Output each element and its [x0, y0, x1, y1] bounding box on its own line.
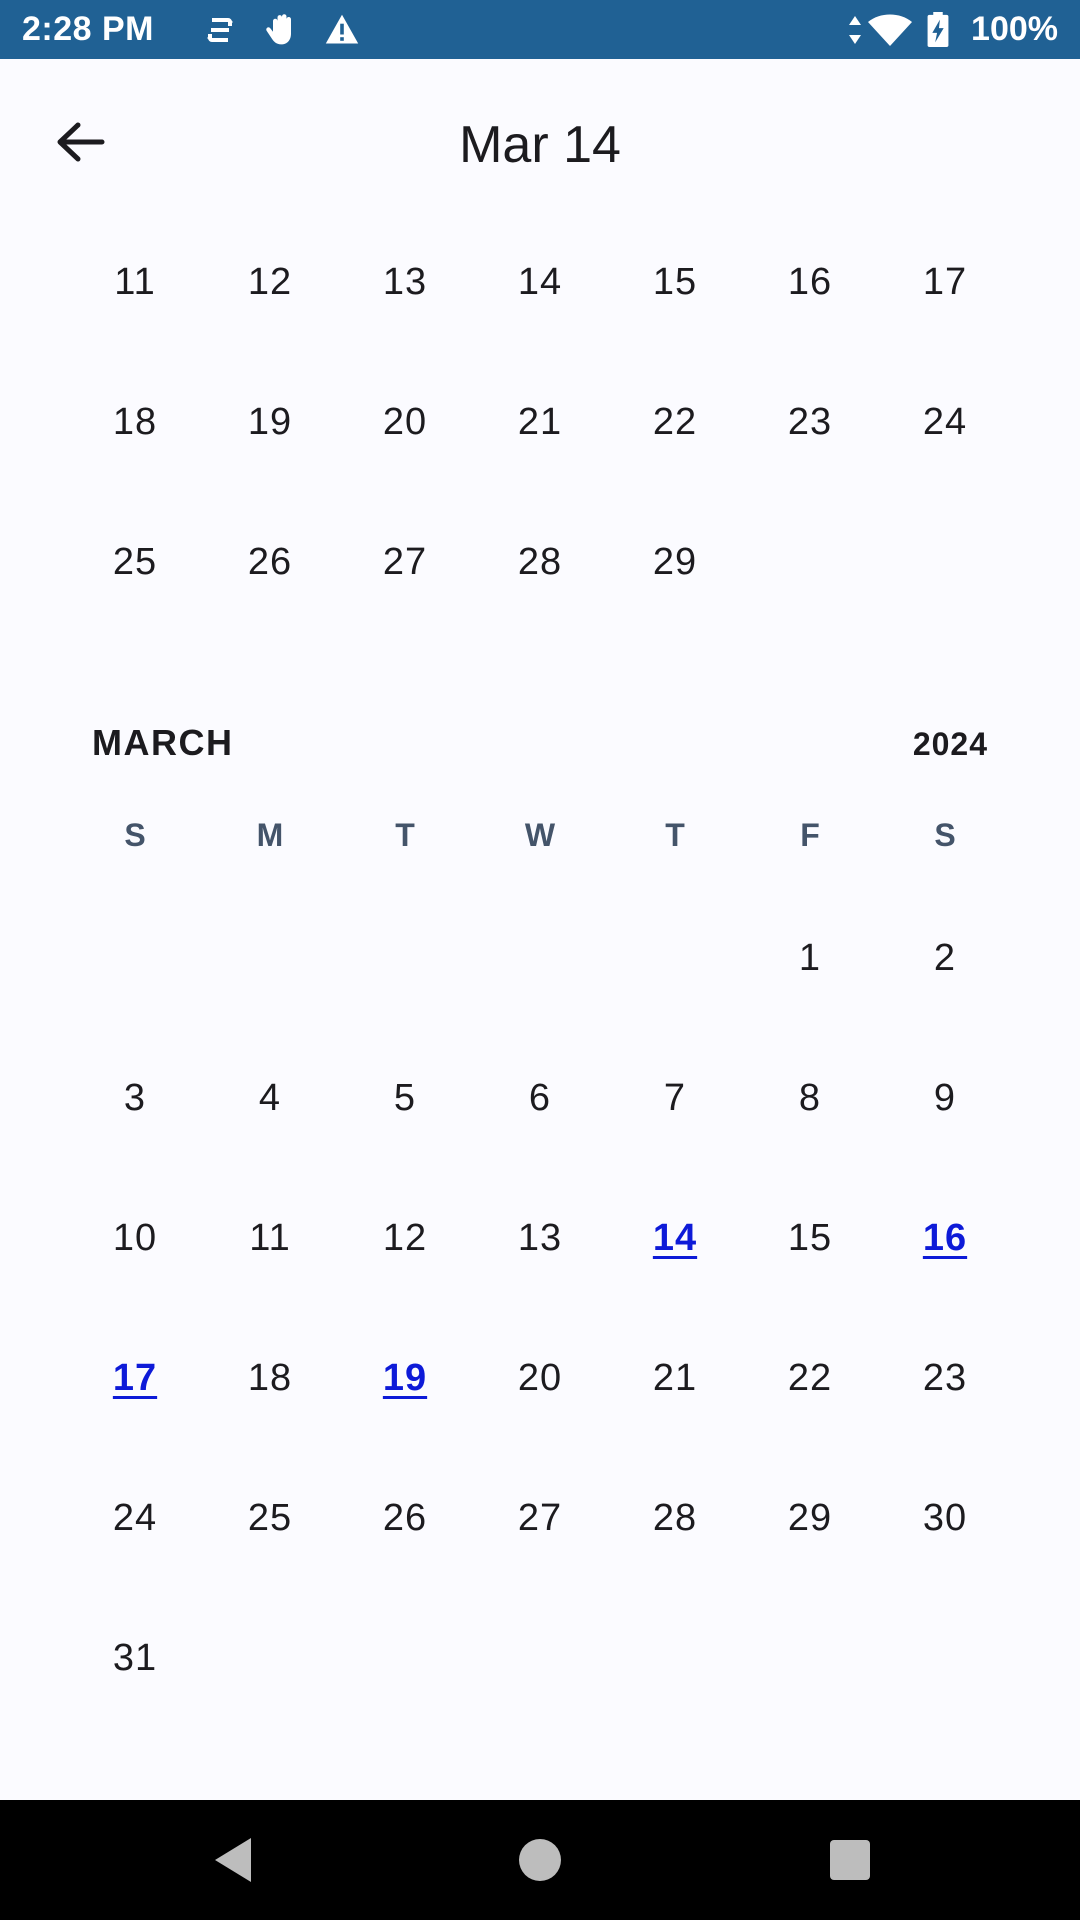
page-title: Mar 14: [459, 116, 621, 174]
day-cell[interactable]: 19: [210, 372, 330, 472]
day-cell[interactable]: 20: [480, 1328, 600, 1428]
day-cell-event[interactable]: 16: [885, 1188, 1005, 1288]
weekday-label: M: [256, 817, 284, 853]
day-cell[interactable]: 11: [75, 232, 195, 332]
day-cell[interactable]: 22: [750, 1328, 870, 1428]
day-cell[interactable]: 25: [75, 512, 195, 612]
day-cell[interactable]: 22: [615, 372, 735, 472]
week-row: 12: [0, 908, 1080, 1008]
day-cell[interactable]: 27: [345, 512, 465, 612]
day-cell[interactable]: 8: [750, 1048, 870, 1148]
day-cell[interactable]: 25: [210, 1468, 330, 1568]
week-row: 18 19 20 21 22 23 24: [0, 372, 1080, 472]
day-cell[interactable]: 26: [210, 512, 330, 612]
month-label: MARCH: [92, 722, 234, 763]
day-cell[interactable]: 16: [750, 232, 870, 332]
back-button[interactable]: [40, 102, 120, 182]
day-cell[interactable]: 12: [345, 1188, 465, 1288]
day-cell[interactable]: 11: [210, 1188, 330, 1288]
arrow-back-icon: [57, 122, 105, 162]
day-cell[interactable]: 21: [615, 1328, 735, 1428]
wifi-icon: [868, 14, 912, 46]
day-cell[interactable]: 29: [615, 512, 735, 612]
day-cell[interactable]: 31: [75, 1608, 195, 1708]
weekday-label: W: [524, 817, 556, 853]
home-circle-icon[interactable]: [510, 1830, 570, 1890]
back-triangle-icon[interactable]: [205, 1830, 265, 1890]
day-cell[interactable]: 13: [480, 1188, 600, 1288]
navigation-bar: [0, 1800, 1080, 1920]
year-label: 2024: [912, 726, 988, 762]
day-cell[interactable]: 21: [480, 372, 600, 472]
week-row: 11 12 13 14 15 16 17: [0, 232, 1080, 332]
recents-square-icon[interactable]: [820, 1830, 880, 1890]
day-cell[interactable]: 23: [885, 1328, 1005, 1428]
day-cell[interactable]: 28: [615, 1468, 735, 1568]
day-cell[interactable]: 18: [210, 1328, 330, 1428]
day-cell[interactable]: 18: [75, 372, 195, 472]
day-cell[interactable]: 23: [750, 372, 870, 472]
day-cell[interactable]: 3: [75, 1048, 195, 1148]
day-cell[interactable]: 28: [480, 512, 600, 612]
weekday-label: S: [934, 817, 956, 853]
day-cell[interactable]: 5: [345, 1048, 465, 1148]
week-row: 10 11 12 13 14 15 16: [0, 1188, 1080, 1288]
weekday-label: T: [395, 817, 415, 853]
week-row: 3456789: [0, 1048, 1080, 1148]
day-cell[interactable]: 20: [345, 372, 465, 472]
day-cell[interactable]: 27: [480, 1468, 600, 1568]
week-row: 17 18 19 20 21 22 23: [0, 1328, 1080, 1428]
day-cell[interactable]: 13: [345, 232, 465, 332]
day-cell-event[interactable]: 14: [615, 1188, 735, 1288]
status-bar: 2:28 PM 100%: [0, 0, 1080, 59]
day-cell[interactable]: 30: [885, 1468, 1005, 1568]
day-cell[interactable]: 7: [615, 1048, 735, 1148]
day-cell[interactable]: 12: [210, 232, 330, 332]
day-cell[interactable]: 2: [885, 908, 1005, 1008]
day-cell[interactable]: 15: [615, 232, 735, 332]
weekday-header: SMTWTFS: [0, 810, 1080, 860]
day-cell-event[interactable]: 19: [345, 1328, 465, 1428]
weekday-label: T: [665, 817, 685, 853]
week-row: 25 26 27 28 29: [0, 512, 1080, 612]
day-cell-event[interactable]: 17: [75, 1328, 195, 1428]
data-arrows-icon: [849, 16, 861, 44]
day-cell[interactable]: 29: [750, 1468, 870, 1568]
day-cell[interactable]: 24: [885, 372, 1005, 472]
weekday-label: S: [124, 817, 146, 853]
hand-icon: [266, 14, 291, 45]
day-cell[interactable]: 15: [750, 1188, 870, 1288]
warning-icon: [325, 14, 359, 44]
week-row: 31: [0, 1608, 1080, 1708]
day-cell[interactable]: 24: [75, 1468, 195, 1568]
status-time: 2:28 PM: [22, 10, 154, 48]
battery-charging-icon: [927, 12, 949, 48]
day-cell[interactable]: 6: [480, 1048, 600, 1148]
day-cell[interactable]: 14: [480, 232, 600, 332]
day-cell[interactable]: 9: [885, 1048, 1005, 1148]
day-cell[interactable]: 17: [885, 232, 1005, 332]
day-cell[interactable]: 10: [75, 1188, 195, 1288]
week-row: 24 25 26 27 28 29 30: [0, 1468, 1080, 1568]
weekday-label: F: [800, 817, 820, 853]
day-cell[interactable]: 1: [750, 908, 870, 1008]
day-cell[interactable]: 26: [345, 1468, 465, 1568]
day-cell[interactable]: 4: [210, 1048, 330, 1148]
battery-percent: 100%: [971, 10, 1058, 48]
sync-icon: [207, 18, 233, 42]
